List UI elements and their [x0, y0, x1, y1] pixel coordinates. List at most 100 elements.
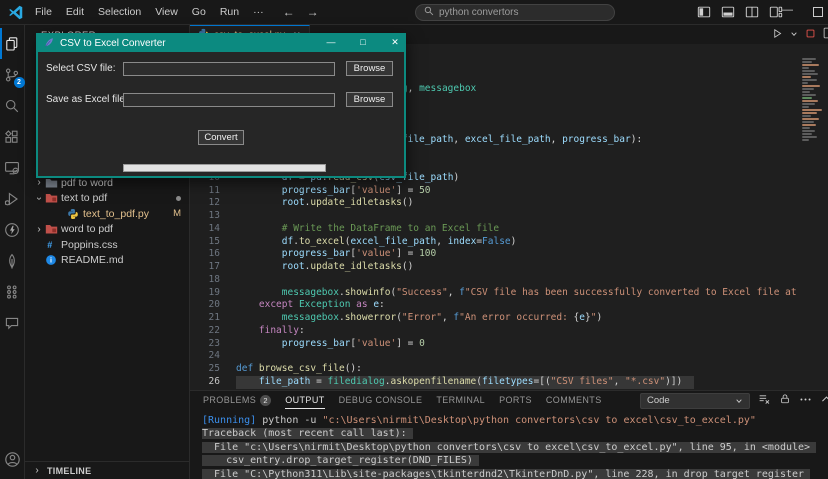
search-icon — [424, 6, 434, 19]
minimap-row — [802, 106, 809, 108]
code-line-18[interactable]: 18 — [190, 274, 802, 287]
menu-view[interactable]: View — [148, 6, 185, 18]
minimap-row — [802, 64, 819, 66]
comments-icon[interactable] — [0, 307, 25, 338]
minimap-row — [802, 133, 812, 135]
panel-tab-debug-console[interactable]: DEBUG CONSOLE — [339, 391, 423, 409]
code-line-16[interactable]: 16 progress_bar['value'] = 100 — [190, 248, 802, 261]
menu-run[interactable]: Run — [213, 6, 246, 18]
code-line-19[interactable]: 19 messagebox.showinfo("Success", f"CSV … — [190, 287, 802, 300]
excel-file-input[interactable] — [123, 93, 335, 107]
code-line-17[interactable]: 17 root.update_idletasks() — [190, 261, 802, 274]
dialog-minimize-icon[interactable]: — — [324, 37, 338, 47]
line-number: 13 — [190, 210, 220, 223]
code-line-23[interactable]: 23 progress_bar['value'] = 0 — [190, 338, 802, 351]
output-line: File "c:\Users\nirmit\Desktop\python con… — [202, 441, 828, 454]
source-control-icon[interactable]: 2 — [0, 59, 25, 90]
code-line-21[interactable]: 21 messagebox.showerror("Error", f"An er… — [190, 312, 802, 325]
explorer-icon[interactable] — [0, 28, 25, 59]
code-line-15[interactable]: 15 df.to_excel(excel_file_path, index=Fa… — [190, 236, 802, 249]
tree-item-poppins-css[interactable]: #Poppins.css — [25, 237, 189, 253]
mongodb-icon[interactable] — [0, 245, 25, 276]
tree-item-word-to-pdf[interactable]: ›word to pdf — [25, 222, 189, 238]
panel-tab-problems[interactable]: PROBLEMS2 — [203, 391, 271, 409]
circles-grid-icon[interactable] — [0, 276, 25, 307]
css-icon: # — [45, 239, 61, 251]
split-editor-right-icon[interactable] — [823, 27, 828, 42]
minimap[interactable] — [802, 58, 825, 142]
svg-text:i: i — [50, 257, 52, 265]
output-console[interactable]: [Running] python -u "c:\Users\nirmit\Des… — [190, 410, 828, 479]
stop-icon[interactable] — [805, 28, 816, 42]
output-channel-select[interactable]: Code — [640, 393, 750, 409]
code-line-20[interactable]: 20 except Exception as e: — [190, 299, 802, 312]
output-line: [Running] python -u "c:\Users\nirmit\Des… — [202, 414, 828, 427]
svg-text:#: # — [47, 240, 52, 250]
csv-file-input[interactable] — [123, 62, 335, 76]
minimap-row — [802, 67, 809, 69]
more-actions-icon[interactable] — [799, 393, 812, 409]
menu-file[interactable]: File — [28, 6, 59, 18]
code-line-24[interactable]: 24 — [190, 350, 802, 363]
extensions-icon[interactable] — [0, 121, 25, 152]
toggle-panel-icon[interactable] — [721, 5, 735, 19]
line-number: 23 — [190, 338, 220, 351]
convert-button[interactable]: Convert — [198, 130, 244, 145]
menu-go[interactable]: Go — [185, 6, 213, 18]
tree-item-readme-md[interactable]: iREADME.md — [25, 253, 189, 269]
output-line: csv_entry.drop_target_register(DND_FILES… — [202, 454, 828, 467]
folder-pdf-icon — [45, 192, 61, 204]
thunder-client-icon[interactable] — [0, 214, 25, 245]
window-minimize-icon[interactable]: — — [782, 4, 793, 16]
tree-item-text-to-pdf-py[interactable]: text_to_pdf.pyM — [25, 206, 189, 222]
lock-scroll-icon[interactable] — [779, 393, 791, 408]
run-dropdown-chevron-icon[interactable] — [790, 29, 798, 41]
panel-tab-ports[interactable]: PORTS — [499, 391, 532, 409]
menu-[interactable]: ··· — [246, 6, 271, 18]
output-line-text: Traceback (most recent call last): — [202, 428, 413, 439]
vscode-window: FileEditSelectionViewGoRun··· ← → python… — [0, 0, 828, 479]
minimap-row — [802, 61, 812, 63]
run-python-icon[interactable] — [772, 28, 783, 42]
code-line-25[interactable]: 25def browse_csv_file(): — [190, 363, 802, 376]
browse-excel-button[interactable]: Browse — [346, 92, 393, 107]
code-line-14[interactable]: 14 # Write the DataFrame to an Excel fil… — [190, 223, 802, 236]
browse-csv-button[interactable]: Browse — [346, 61, 393, 76]
minimap-row — [802, 103, 815, 105]
window-maximize-icon[interactable] — [813, 7, 823, 17]
dialog-titlebar[interactable]: CSV to Excel Converter — □ ✕ — [38, 35, 404, 52]
back-arrow-icon[interactable]: ← — [277, 5, 301, 19]
line-number: 16 — [190, 248, 220, 261]
clear-output-icon[interactable] — [758, 393, 771, 409]
code-line-13[interactable]: 13 — [190, 210, 802, 223]
customize-layout-icon[interactable] — [769, 5, 783, 19]
minimap-row — [802, 88, 814, 90]
search-icon[interactable] — [0, 90, 25, 121]
command-center-search[interactable]: python convertors — [415, 4, 615, 21]
split-editor-icon[interactable] — [745, 5, 759, 19]
run-debug-icon[interactable] — [0, 183, 25, 214]
panel-tab-terminal[interactable]: TERMINAL — [436, 391, 485, 409]
tree-item-label: pdf to word — [61, 177, 189, 189]
menu-edit[interactable]: Edit — [59, 6, 91, 18]
code-line-11[interactable]: 11 progress_bar['value'] = 50 — [190, 185, 802, 198]
timeline-section[interactable]: › TIMELINE — [25, 461, 189, 479]
panel-tab-comments[interactable]: COMMENTS — [546, 391, 602, 409]
problems-count-badge: 2 — [260, 395, 271, 406]
menu-selection[interactable]: Selection — [91, 6, 148, 18]
maximize-panel-chevron-icon[interactable] — [820, 393, 828, 409]
code-line-12[interactable]: 12 root.update_idletasks() — [190, 197, 802, 210]
minimap-row — [802, 82, 808, 84]
forward-arrow-icon[interactable]: → — [301, 5, 325, 19]
panel-tab-output[interactable]: OUTPUT — [285, 391, 324, 409]
dialog-maximize-icon[interactable]: □ — [356, 37, 370, 47]
dialog-close-icon[interactable]: ✕ — [388, 37, 402, 48]
code-line-22[interactable]: 22 finally: — [190, 325, 802, 338]
account-icon[interactable] — [0, 444, 25, 475]
toggle-sidebar-icon[interactable] — [697, 5, 711, 19]
code-line-content: root.update_idletasks() — [236, 261, 413, 274]
code-line-26[interactable]: 26 file_path = filedialog.askopenfilenam… — [190, 376, 802, 389]
folder-grey-icon — [45, 177, 61, 189]
tree-item-text-to-pdf[interactable]: ›text to pdf — [25, 191, 189, 207]
remote-explorer-icon[interactable] — [0, 152, 25, 183]
